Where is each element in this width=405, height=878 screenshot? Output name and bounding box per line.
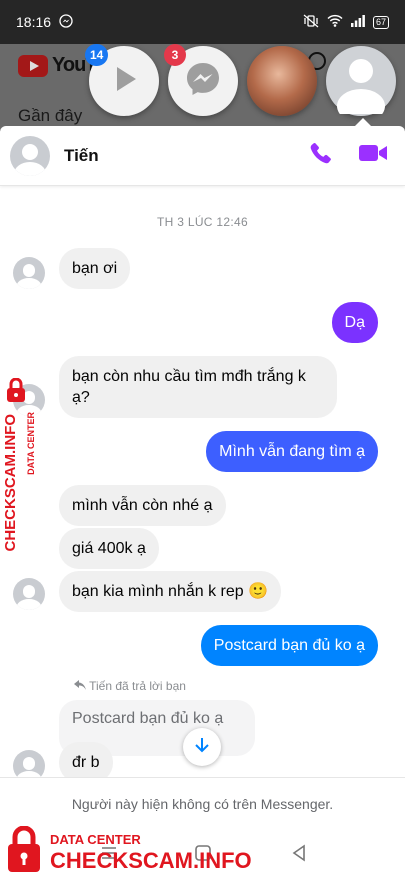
chat-window: Tiến TH 3 LÚC 12:46 bạn ơi Dạ bạn còn nh… [0, 126, 405, 830]
wifi-icon [327, 14, 343, 30]
reply-label-text: Tiến đã trả lời bạn [89, 679, 186, 693]
battery-icon: 67 [372, 15, 389, 29]
phone-call-icon[interactable] [309, 141, 333, 170]
contact-name[interactable]: Tiến [64, 146, 99, 166]
play-icon [106, 61, 142, 102]
contact-avatar[interactable] [10, 135, 50, 176]
watermark-bottom-main-text: CHECKSCAM.INFO [50, 848, 252, 873]
lock-icon [6, 377, 26, 407]
watermark-main-text: CHECKSCAM.INFO [2, 414, 19, 552]
chat-header: Tiến [0, 126, 405, 186]
message-bubble-incoming[interactable]: mình vẫn còn nhé ạ [59, 485, 226, 526]
watermark-bottom-top-text: DATA CENTER [50, 832, 141, 847]
chat-head-active-contact[interactable] [326, 44, 396, 123]
video-call-icon[interactable] [359, 143, 387, 168]
status-icons: 67 [303, 14, 389, 31]
watermark-side: CHECKSCAM.INFO DATA CENTER [0, 377, 48, 578]
message-bubble-incoming[interactable]: bạn kia mình nhắn k rep 🙂 [59, 571, 282, 612]
chat-heads-bar: 14 3 [0, 44, 405, 123]
sender-avatar [13, 578, 45, 610]
messenger-notification-icon [59, 13, 73, 31]
reply-arrow-icon [74, 679, 89, 693]
signal-icon [350, 14, 365, 30]
message-bubble-incoming[interactable]: giá 400k ạ [59, 528, 159, 569]
message-bubble-incoming[interactable]: bạn ơi [59, 248, 131, 289]
chat-head-photo-avatar[interactable] [247, 46, 317, 116]
chat-head-messenger[interactable]: 3 [164, 44, 238, 116]
message-timestamp: TH 3 LÚC 12:46 [157, 215, 248, 229]
chat-head-video[interactable]: 14 [85, 44, 159, 116]
arrow-down-icon [194, 737, 210, 758]
unavailable-notice: Người này hiện không có trên Messenger. [0, 777, 405, 830]
vibrate-icon [303, 14, 319, 31]
unread-badge: 3 [164, 44, 186, 66]
sender-avatar [13, 257, 45, 289]
message-bubble-outgoing[interactable]: Postcard bạn đủ ko ạ [200, 625, 378, 666]
status-time: 18:16 [16, 14, 52, 30]
scroll-to-bottom-button[interactable] [183, 728, 221, 766]
watermark-bottom: DATA CENTER CHECKSCAM.INFO [0, 825, 260, 878]
back-icon[interactable] [290, 844, 308, 867]
message-bubble-outgoing[interactable]: Mình vẫn đang tìm ạ [206, 431, 378, 472]
lock-icon [6, 825, 42, 878]
messenger-icon [184, 60, 222, 103]
status-bar: 18:16 67 [0, 0, 405, 44]
active-head-pointer [355, 118, 371, 126]
message-bubble-incoming[interactable]: bạn còn nhu cầu tìm mđh trắng k ạ? [59, 356, 337, 418]
reply-indicator: Tiến đã trả lời bạn [74, 679, 186, 693]
message-bubble-outgoing[interactable]: Dạ [331, 302, 378, 343]
watermark-top-text: DATA CENTER [26, 412, 36, 475]
unread-badge: 14 [85, 44, 109, 66]
default-avatar-icon [326, 44, 396, 123]
